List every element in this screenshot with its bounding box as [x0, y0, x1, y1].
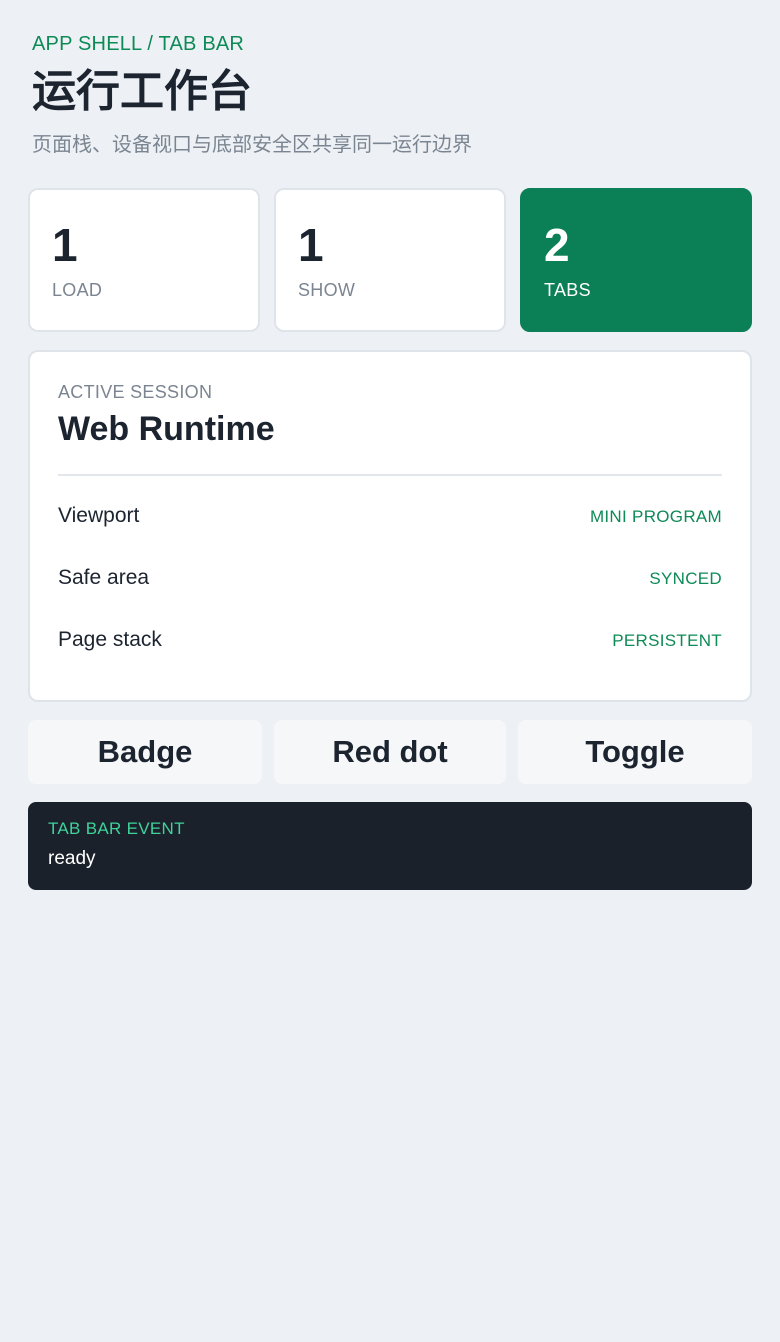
stat-card-show: 1 SHOW [274, 188, 506, 332]
active-session-card: ACTIVE SESSION Web Runtime Viewport MINI… [28, 350, 752, 702]
stat-value: 2 [544, 219, 570, 271]
event-value: ready [48, 848, 96, 869]
row-value: SYNCED [649, 569, 722, 588]
session-row-page-stack: Page stack PERSISTENT [58, 628, 722, 658]
red-dot-button[interactable]: Red dot [274, 720, 506, 784]
session-row-safe-area: Safe area SYNCED [58, 566, 722, 596]
stat-label: SHOW [298, 280, 356, 300]
row-value: PERSISTENT [612, 631, 722, 650]
toggle-button[interactable]: Toggle [518, 720, 752, 784]
page-subtitle: 页面栈、设备视口与底部安全区共享同一运行边界 [32, 132, 472, 156]
stat-label: LOAD [52, 280, 103, 300]
stat-card-tabs: 2 TABS [520, 188, 752, 332]
row-key: Page stack [58, 628, 162, 651]
stat-value: 1 [298, 219, 324, 271]
page-eyebrow: APP SHELL / TAB BAR [32, 33, 245, 55]
event-caption: TAB BAR EVENT [48, 819, 185, 838]
stat-value: 1 [52, 219, 78, 271]
page-title: 运行工作台 [32, 66, 252, 117]
app-page: APP SHELL / TAB BAR 运行工作台 页面栈、设备视口与底部安全区… [0, 0, 780, 1342]
session-name: Web Runtime [58, 410, 275, 448]
stat-card-load: 1 LOAD [28, 188, 260, 332]
badge-button[interactable]: Badge [28, 720, 262, 784]
tab-bar-event-log: TAB BAR EVENT ready [28, 802, 752, 890]
session-row-viewport: Viewport MINI PROGRAM [58, 504, 722, 534]
divider [58, 474, 722, 476]
row-key: Viewport [58, 504, 140, 527]
stat-label: TABS [544, 280, 591, 300]
session-caption: ACTIVE SESSION [58, 382, 213, 402]
row-value: MINI PROGRAM [589, 507, 722, 526]
row-key: Safe area [58, 566, 150, 589]
